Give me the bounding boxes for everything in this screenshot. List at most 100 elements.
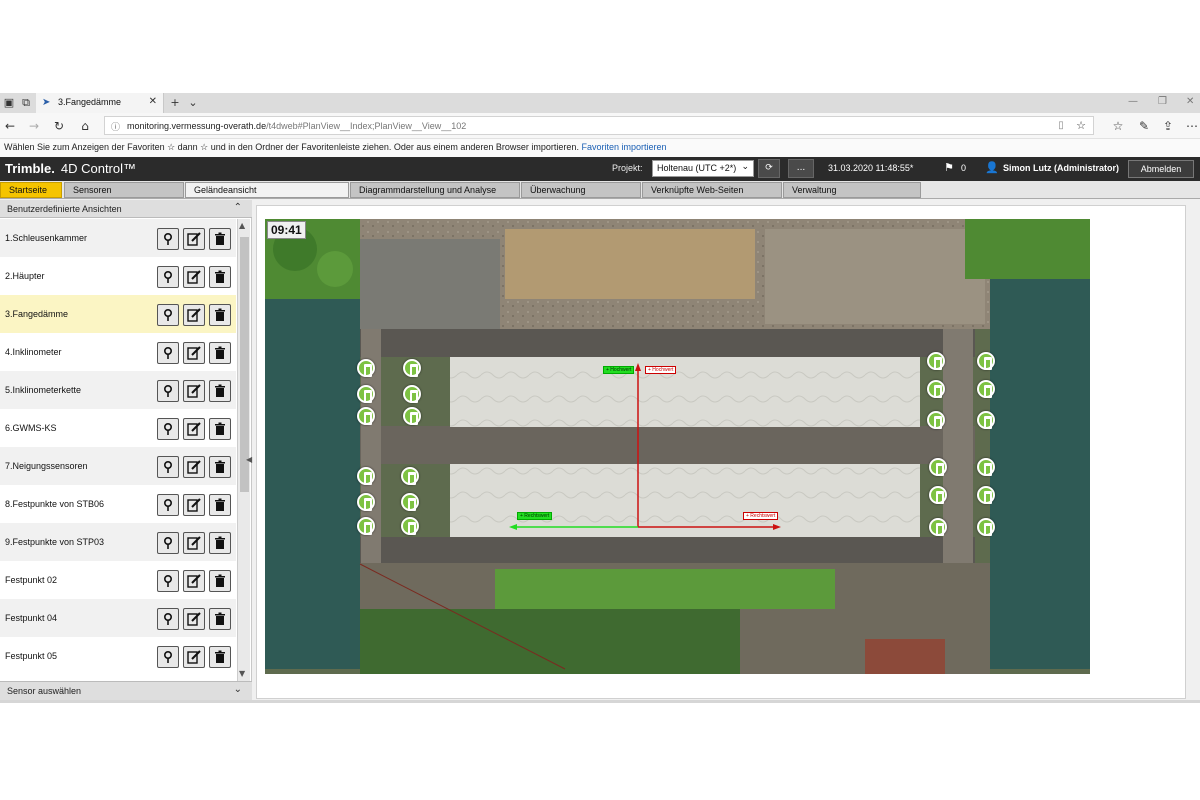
sensor-marker[interactable] <box>357 407 375 425</box>
sidebar-header[interactable]: Benutzerdefinierte Ansichten ⌃ <box>0 200 252 218</box>
back-icon[interactable]: ← <box>2 118 18 134</box>
sidebar-scrollbar[interactable]: ▲ ▼ <box>237 219 250 681</box>
site-info-icon[interactable]: ⓘ <box>111 120 120 133</box>
sensor-marker[interactable] <box>977 411 995 429</box>
tab-sensoren[interactable]: Sensoren <box>64 182 184 198</box>
sensor-marker[interactable] <box>977 486 995 504</box>
collapse-sidebar-icon[interactable]: ◀ <box>246 455 252 464</box>
edit-view-button[interactable] <box>183 532 205 554</box>
tab-ueberwachung[interactable]: Überwachung <box>521 182 641 198</box>
edit-view-button[interactable] <box>183 418 205 440</box>
locate-view-button[interactable] <box>157 608 179 630</box>
view-list-item[interactable]: 4.Inklinometer <box>0 333 236 371</box>
url-input[interactable]: ⓘ monitoring.vermessung-overath.de/t4dwe… <box>104 116 1094 135</box>
aerial-map[interactable]: 09:41 + Hochwert + Hochwert + Rechtswert… <box>265 219 1090 674</box>
sensor-marker[interactable] <box>403 407 421 425</box>
tab-list-chevron-icon[interactable]: ⌄ <box>186 96 200 110</box>
edit-view-button[interactable] <box>183 304 205 326</box>
project-select[interactable]: Holtenau (UTC +2*) ⌄ <box>652 160 754 177</box>
edit-view-button[interactable] <box>183 608 205 630</box>
edit-view-button[interactable] <box>183 570 205 592</box>
chevron-down-icon[interactable]: ⌄ <box>234 684 242 695</box>
sidebar-footer[interactable]: Sensor auswählen ⌄ <box>0 681 252 700</box>
locate-view-button[interactable] <box>157 380 179 402</box>
tab-verwaltung[interactable]: Verwaltung <box>783 182 921 198</box>
locate-view-button[interactable] <box>157 418 179 440</box>
sensor-marker[interactable] <box>357 493 375 511</box>
locate-view-button[interactable] <box>157 304 179 326</box>
delete-view-button[interactable] <box>209 342 231 364</box>
locate-view-button[interactable] <box>157 494 179 516</box>
minimize-icon[interactable]: — <box>1128 96 1138 107</box>
view-list-item[interactable]: 9.Festpunkte von STP03 <box>0 523 236 561</box>
delete-view-button[interactable] <box>209 494 231 516</box>
edit-view-button[interactable] <box>183 228 205 250</box>
delete-view-button[interactable] <box>209 456 231 478</box>
delete-view-button[interactable] <box>209 228 231 250</box>
sensor-marker[interactable] <box>357 385 375 403</box>
sensor-marker[interactable] <box>403 385 421 403</box>
sensor-marker[interactable] <box>977 352 995 370</box>
locate-view-button[interactable] <box>157 342 179 364</box>
more-menu-icon[interactable]: ⋯ <box>1184 118 1200 134</box>
view-list-item[interactable]: 1.Schleusenkammer <box>0 219 236 257</box>
reading-view-icon[interactable]: ▯ <box>1053 118 1069 134</box>
scroll-up-icon[interactable]: ▲ <box>239 221 245 230</box>
home-icon[interactable]: ⌂ <box>77 118 93 134</box>
sensor-marker[interactable] <box>401 467 419 485</box>
sensor-marker[interactable] <box>977 458 995 476</box>
locate-view-button[interactable] <box>157 456 179 478</box>
tab-startseite[interactable]: Startseite <box>0 182 62 198</box>
sensor-marker[interactable] <box>927 380 945 398</box>
edit-view-button[interactable] <box>183 342 205 364</box>
delete-view-button[interactable] <box>209 304 231 326</box>
view-list-item[interactable]: Festpunkt 05 <box>0 637 236 675</box>
pen-icon[interactable]: ✎ <box>1136 118 1152 134</box>
close-tab-icon[interactable]: ✕ <box>149 96 157 107</box>
more-button[interactable]: ... <box>788 159 814 178</box>
view-list-item[interactable]: 3.Fangedämme <box>0 295 236 333</box>
sensor-marker[interactable] <box>403 359 421 377</box>
window-menu-icon[interactable]: ▣ <box>2 96 16 110</box>
favorite-star-icon[interactable]: ☆ <box>1073 118 1089 134</box>
sensor-marker[interactable] <box>357 359 375 377</box>
new-tab-icon[interactable]: + <box>168 96 182 110</box>
chevron-up-icon[interactable]: ⌃ <box>234 202 242 213</box>
tab-diagrammdarstellung[interactable]: Diagrammdarstellung und Analyse <box>350 182 520 198</box>
sensor-marker[interactable] <box>977 518 995 536</box>
locate-view-button[interactable] <box>157 532 179 554</box>
edit-view-button[interactable] <box>183 646 205 668</box>
locate-view-button[interactable] <box>157 570 179 592</box>
delete-view-button[interactable] <box>209 266 231 288</box>
delete-view-button[interactable] <box>209 532 231 554</box>
edit-view-button[interactable] <box>183 380 205 402</box>
sensor-marker[interactable] <box>357 517 375 535</box>
favorites-hub-icon[interactable]: ☆ <box>1110 118 1126 134</box>
tab-gelaendeansicht[interactable]: Geländeansicht <box>185 182 349 198</box>
delete-view-button[interactable] <box>209 608 231 630</box>
browser-tab[interactable]: ➤ 3.Fangedämme ✕ <box>36 93 164 113</box>
sensor-marker[interactable] <box>927 411 945 429</box>
edit-view-button[interactable] <box>183 266 205 288</box>
view-list-item[interactable]: 5.Inklinometerkette <box>0 371 236 409</box>
edit-view-button[interactable] <box>183 494 205 516</box>
sensor-marker[interactable] <box>401 493 419 511</box>
share-icon[interactable]: ⇪ <box>1160 118 1176 134</box>
close-window-icon[interactable]: ✕ <box>1186 96 1194 107</box>
sensor-marker[interactable] <box>929 518 947 536</box>
sensor-marker[interactable] <box>357 467 375 485</box>
sensor-marker[interactable] <box>929 458 947 476</box>
locate-view-button[interactable] <box>157 646 179 668</box>
tab-preview-icon[interactable]: ⧉ <box>19 96 33 110</box>
tab-verknuepfte-webseiten[interactable]: Verknüpfte Web-Seiten <box>642 182 782 198</box>
sensor-marker[interactable] <box>927 352 945 370</box>
delete-view-button[interactable] <box>209 646 231 668</box>
locate-view-button[interactable] <box>157 228 179 250</box>
view-list-item[interactable]: 2.Häupter <box>0 257 236 295</box>
flag-icon[interactable]: ⚑ <box>944 161 954 174</box>
delete-view-button[interactable] <box>209 380 231 402</box>
view-list-item[interactable]: 8.Festpunkte von STB06 <box>0 485 236 523</box>
view-list-item[interactable]: 6.GWMS-KS <box>0 409 236 447</box>
view-list-item[interactable]: Festpunkt 04 <box>0 599 236 637</box>
sensor-marker[interactable] <box>977 380 995 398</box>
